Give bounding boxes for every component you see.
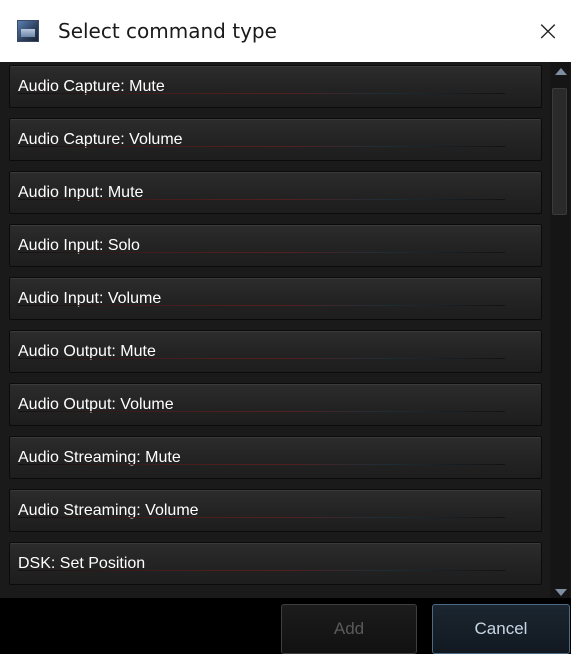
- command-type-list-area: Audio Capture: Mute Audio Capture: Volum…: [0, 62, 571, 598]
- list-item-audio-input-mute[interactable]: Audio Input: Mute: [9, 171, 542, 214]
- vertical-scrollbar[interactable]: [550, 62, 570, 598]
- item-divider: [18, 305, 505, 306]
- close-icon[interactable]: ×: [525, 10, 571, 50]
- list-item-audio-input-volume[interactable]: Audio Input: Volume: [9, 277, 542, 320]
- scroll-down-arrow-icon[interactable]: [555, 589, 567, 596]
- command-type-list: Audio Capture: Mute Audio Capture: Volum…: [9, 65, 542, 595]
- item-divider: [18, 517, 505, 518]
- item-divider: [18, 358, 505, 359]
- scroll-up-arrow-icon[interactable]: [555, 68, 567, 75]
- list-item-audio-capture-volume[interactable]: Audio Capture: Volume: [9, 118, 542, 161]
- dialog-footer: Add Cancel: [0, 598, 571, 654]
- item-divider: [18, 199, 505, 200]
- list-item-audio-output-mute[interactable]: Audio Output: Mute: [9, 330, 542, 373]
- list-item-dsk-set-position[interactable]: DSK: Set Position: [9, 542, 542, 585]
- list-item-audio-capture-mute[interactable]: Audio Capture: Mute: [9, 65, 542, 108]
- item-divider: [18, 464, 505, 465]
- select-command-type-dialog: Select command type × Audio Capture: Mut…: [0, 0, 571, 654]
- item-divider: [18, 93, 505, 94]
- cancel-button[interactable]: Cancel: [432, 604, 570, 654]
- item-divider: [18, 411, 505, 412]
- list-item-audio-streaming-volume[interactable]: Audio Streaming: Volume: [9, 489, 542, 532]
- dialog-title: Select command type: [58, 19, 277, 43]
- list-item-audio-output-volume[interactable]: Audio Output: Volume: [9, 383, 542, 426]
- add-button[interactable]: Add: [281, 604, 417, 654]
- scrollbar-thumb[interactable]: [552, 88, 567, 215]
- list-item-audio-input-solo[interactable]: Audio Input: Solo: [9, 224, 542, 267]
- item-divider: [18, 252, 505, 253]
- item-divider: [18, 570, 505, 571]
- title-bar[interactable]: Select command type ×: [0, 0, 571, 62]
- app-monitor-icon: [17, 20, 39, 42]
- list-item-audio-streaming-mute[interactable]: Audio Streaming: Mute: [9, 436, 542, 479]
- item-divider: [18, 146, 505, 147]
